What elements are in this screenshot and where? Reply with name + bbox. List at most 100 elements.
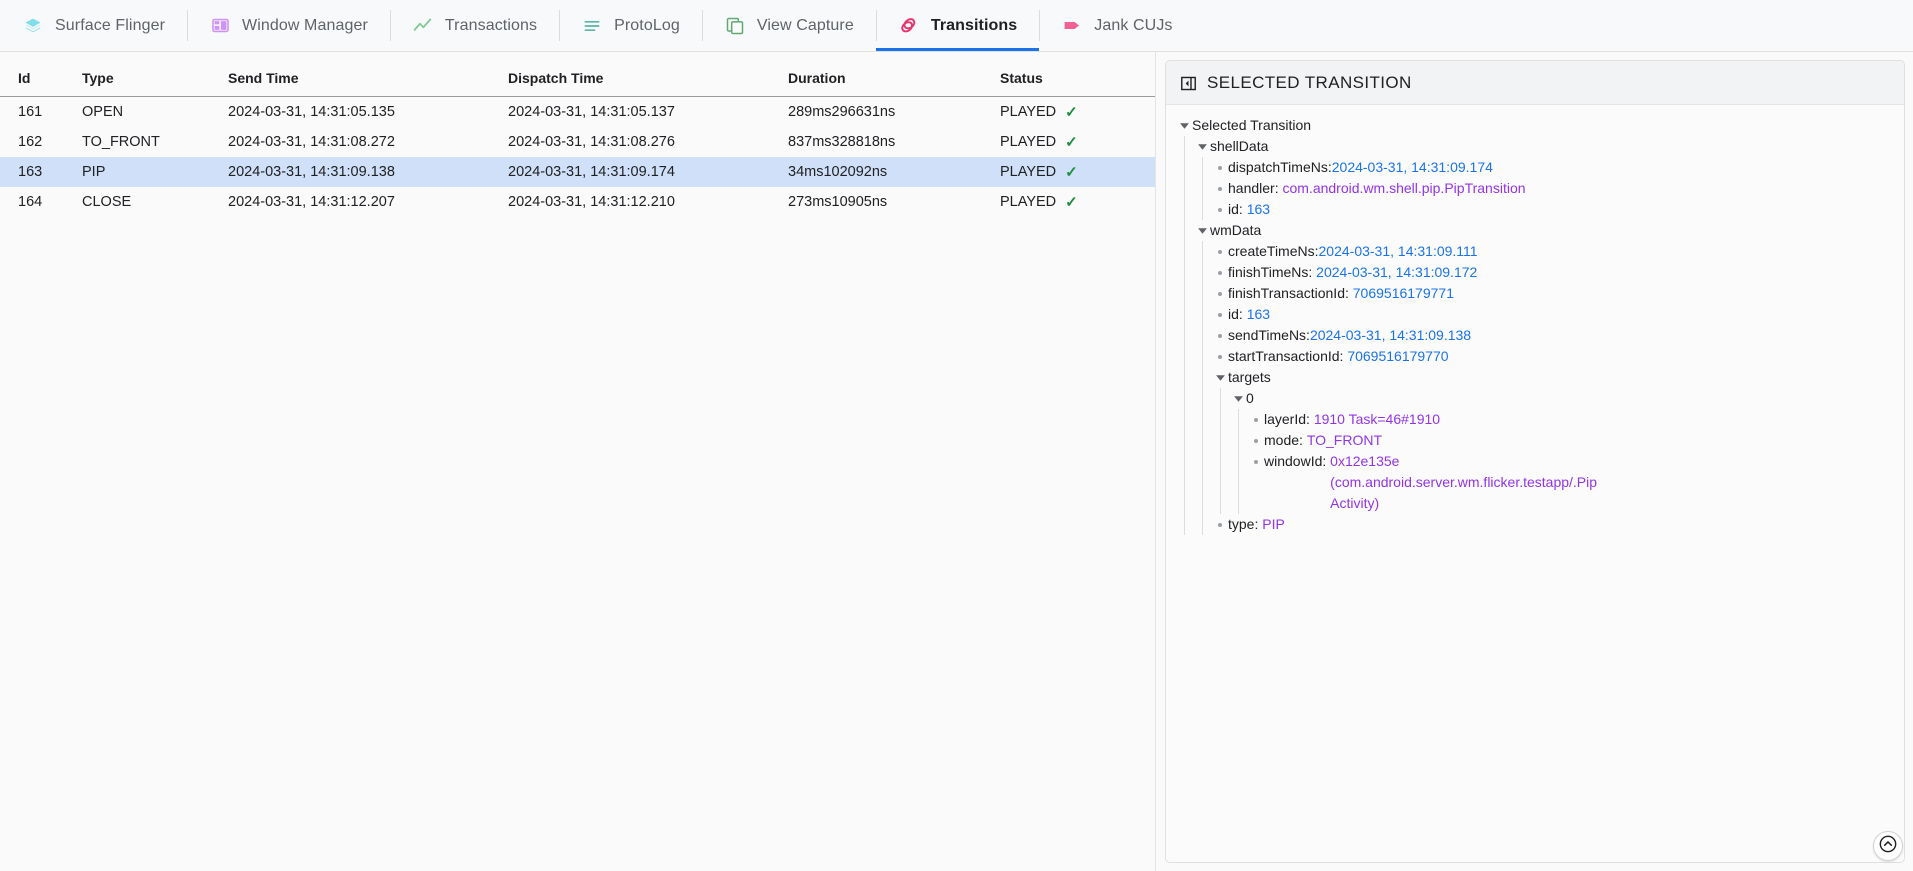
bullet-icon	[1212, 241, 1228, 262]
bullet-icon	[1212, 178, 1228, 199]
tree-row-targets[interactable]: targets	[1212, 367, 1892, 388]
leaf-key: id:	[1228, 199, 1247, 220]
tree-leaf-wm-id: id: 163	[1212, 304, 1892, 325]
bullet-icon	[1212, 346, 1228, 367]
chevron-down-icon[interactable]	[1212, 367, 1228, 388]
bullet-icon	[1212, 325, 1228, 346]
chevron-down-icon[interactable]	[1230, 388, 1246, 409]
tree-row-target-0[interactable]: 0	[1230, 388, 1892, 409]
cell-dispatch-time[interactable]: 2024-03-31, 14:31:09.174	[508, 157, 788, 187]
leaf-key: handler:	[1228, 178, 1282, 199]
cell-send-time[interactable]: 2024-03-31, 14:31:08.272	[228, 127, 508, 157]
tab-active-indicator	[876, 48, 1039, 51]
chevron-down-icon[interactable]	[1176, 115, 1192, 136]
leaf-key: dispatchTimeNs:	[1228, 157, 1332, 178]
leaf-value[interactable]: PIP	[1262, 514, 1285, 535]
cell-send-time[interactable]: 2024-03-31, 14:31:09.138	[228, 157, 508, 187]
transitions-icon	[898, 15, 920, 37]
main-tab-bar: Surface Flinger Window Manager Transacti…	[0, 0, 1913, 52]
leaf-value[interactable]: 7069516179771	[1353, 283, 1454, 304]
cell-send-time[interactable]: 2024-03-31, 14:31:12.207	[228, 187, 508, 217]
tab-label: View Capture	[757, 17, 854, 35]
tab-transactions[interactable]: Transactions	[390, 0, 559, 51]
column-header-status[interactable]: Status	[1000, 52, 1155, 97]
leaf-value[interactable]: 1910 Task=46#1910	[1314, 409, 1440, 430]
transitions-table: Id Type Send Time Dispatch Time Duration…	[0, 52, 1155, 217]
tree-leaf-sendtimens: sendTimeNs: 2024-03-31, 14:31:09.138	[1212, 325, 1892, 346]
table-row[interactable]: 162 TO_FRONT 2024-03-31, 14:31:08.272 20…	[0, 127, 1155, 157]
leaf-value[interactable]: 2024-03-31, 14:31:09.138	[1310, 325, 1471, 346]
leaf-value[interactable]: com.android.wm.shell.pip.PipTransition	[1282, 178, 1525, 199]
tree-row-root[interactable]: Selected Transition	[1176, 115, 1892, 136]
leaf-value[interactable]: 163	[1247, 199, 1270, 220]
chevron-down-icon[interactable]	[1194, 220, 1210, 241]
tree-leaf-dispatchtimens: dispatchTimeNs: 2024-03-31, 14:31:09.174	[1212, 157, 1892, 178]
bullet-icon	[1248, 409, 1264, 430]
tree-leaf-finishtransactionid: finishTransactionId: 7069516179771	[1212, 283, 1892, 304]
leaf-key: finishTransactionId:	[1228, 283, 1353, 304]
tab-label: ProtoLog	[614, 17, 680, 35]
status-label: PLAYED	[1000, 134, 1056, 150]
tree-children-root: shellData dispatchTimeNs: 2024-03-31, 14…	[1184, 136, 1892, 535]
cell-id: 161	[0, 97, 82, 127]
cell-dispatch-time[interactable]: 2024-03-31, 14:31:12.210	[508, 187, 788, 217]
bullet-icon	[1248, 451, 1264, 472]
tree-node-selected-transition: Selected Transition shellData	[1176, 115, 1892, 535]
tree-row-wmdata[interactable]: wmData	[1194, 220, 1892, 241]
tab-protolog[interactable]: ProtoLog	[559, 0, 702, 51]
status-label: PLAYED	[1000, 164, 1056, 180]
column-header-dispatch-time[interactable]: Dispatch Time	[508, 52, 788, 97]
table-body: 161 OPEN 2024-03-31, 14:31:05.135 2024-0…	[0, 97, 1155, 217]
chevron-down-icon[interactable]	[1194, 136, 1210, 157]
tree-root-label: Selected Transition	[1192, 115, 1311, 136]
tree-leaf-createtimens: createTimeNs: 2024-03-31, 14:31:09.111	[1212, 241, 1892, 262]
bullet-icon	[1248, 430, 1264, 451]
tree-node-target-0: 0 layerId: 1910 Task=46#1910	[1230, 388, 1892, 514]
tab-label: Transactions	[445, 17, 537, 35]
leaf-key: layerId:	[1264, 409, 1314, 430]
tree-targets-label: targets	[1228, 367, 1271, 388]
transitions-table-pane: Id Type Send Time Dispatch Time Duration…	[0, 52, 1156, 871]
leaf-value[interactable]: 2024-03-31, 14:31:09.172	[1316, 262, 1477, 283]
column-header-type[interactable]: Type	[82, 52, 228, 97]
check-icon: ✓	[1065, 193, 1078, 211]
leaf-value[interactable]: 2024-03-31, 14:31:09.174	[1332, 157, 1493, 178]
window-icon	[209, 15, 231, 37]
tab-window-manager[interactable]: Window Manager	[187, 0, 390, 51]
tree-row-shelldata[interactable]: shellData	[1194, 136, 1892, 157]
tab-transitions[interactable]: Transitions	[876, 0, 1039, 51]
tab-view-capture[interactable]: View Capture	[702, 0, 876, 51]
tree-leaf-mode: mode: TO_FRONT	[1248, 430, 1892, 451]
leaf-key: mode:	[1264, 430, 1307, 451]
cell-status: PLAYED ✓	[1000, 97, 1155, 127]
tab-surface-flinger[interactable]: Surface Flinger	[0, 0, 187, 51]
selected-transition-tree: Selected Transition shellData	[1166, 105, 1904, 862]
table-row[interactable]: 161 OPEN 2024-03-31, 14:31:05.135 2024-0…	[0, 97, 1155, 127]
tree-node-wmdata: wmData createTimeNs: 2024-03-31, 14:31:0…	[1194, 220, 1892, 535]
column-header-send-time[interactable]: Send Time	[228, 52, 508, 97]
cell-duration: 273ms10905ns	[788, 187, 1000, 217]
table-row[interactable]: 164 CLOSE 2024-03-31, 14:31:12.207 2024-…	[0, 187, 1155, 217]
panel-title: SELECTED TRANSITION	[1207, 73, 1412, 93]
cell-dispatch-time[interactable]: 2024-03-31, 14:31:05.137	[508, 97, 788, 127]
leaf-value[interactable]: TO_FRONT	[1307, 430, 1382, 451]
table-row[interactable]: 163 PIP 2024-03-31, 14:31:09.138 2024-03…	[0, 157, 1155, 187]
table-header: Id Type Send Time Dispatch Time Duration…	[0, 52, 1155, 97]
cell-send-time[interactable]: 2024-03-31, 14:31:05.135	[228, 97, 508, 127]
trending-up-icon	[412, 15, 434, 37]
column-header-id[interactable]: Id	[0, 52, 82, 97]
check-icon: ✓	[1065, 133, 1078, 151]
tab-jank-cujs[interactable]: Jank CUJs	[1039, 0, 1194, 51]
collapse-panel-icon[interactable]	[1180, 75, 1197, 92]
scroll-to-top-button[interactable]	[1873, 831, 1903, 861]
cell-type: PIP	[82, 157, 228, 187]
leaf-value[interactable]: 163	[1247, 304, 1270, 325]
leaf-value[interactable]: 0x12e135e (com.android.server.wm.flicker…	[1330, 451, 1605, 514]
list-lines-icon	[581, 15, 603, 37]
table-header-row: Id Type Send Time Dispatch Time Duration…	[0, 52, 1155, 97]
tree-leaf-starttransactionid: startTransactionId: 7069516179770	[1212, 346, 1892, 367]
column-header-duration[interactable]: Duration	[788, 52, 1000, 97]
cell-dispatch-time[interactable]: 2024-03-31, 14:31:08.276	[508, 127, 788, 157]
leaf-value[interactable]: 7069516179770	[1347, 346, 1448, 367]
leaf-value[interactable]: 2024-03-31, 14:31:09.111	[1319, 241, 1478, 262]
